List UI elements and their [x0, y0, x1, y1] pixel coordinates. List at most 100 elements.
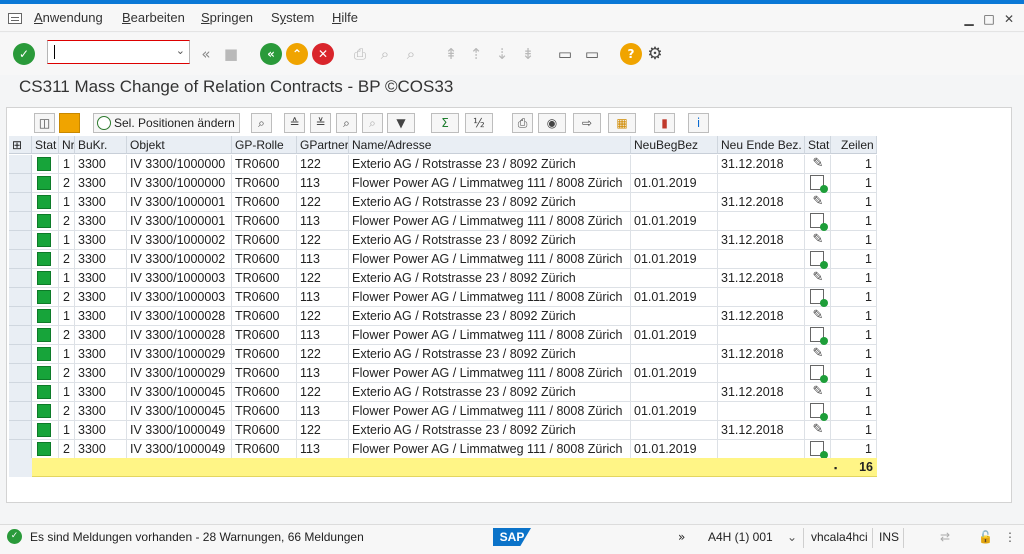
menu-anwendung[interactable]: Anwendung	[34, 10, 103, 25]
chevron-down-icon[interactable]: ⌄	[176, 44, 185, 57]
row-selector[interactable]	[9, 307, 32, 326]
new-session-icon[interactable]: ▭	[556, 45, 574, 63]
command-field[interactable]: ⌄	[47, 40, 190, 64]
app-menu-icon[interactable]	[8, 13, 22, 24]
table-cell-name: Flower Power AG / Limmatweg 111 / 8008 Z…	[349, 288, 631, 307]
next-page-icon[interactable]: ⇣	[493, 45, 511, 63]
menu-bearbeiten[interactable]: Bearbeiten	[122, 10, 185, 25]
first-page-icon[interactable]: ⇞	[442, 45, 460, 63]
help-icon[interactable]: ?	[620, 43, 642, 65]
gear-icon[interactable]: ⚙	[646, 45, 664, 63]
sort-ascending-icon[interactable]: ≙	[284, 113, 305, 133]
table-cell-ende	[718, 440, 805, 459]
find-icon[interactable]: ⌕	[376, 45, 394, 63]
layout-icon[interactable]: ▦	[608, 113, 636, 133]
cancel-icon[interactable]: ✕	[312, 43, 334, 65]
table-cell-name: Flower Power AG / Limmatweg 111 / 8008 Z…	[349, 440, 631, 459]
col-header-bukr[interactable]: BuKr.	[75, 136, 127, 154]
exit-icon[interactable]: ⌃	[286, 43, 308, 65]
col-header-name[interactable]: Name/Adresse	[349, 136, 631, 154]
save-icon[interactable]: ■	[222, 45, 240, 63]
row-selector[interactable]	[9, 174, 32, 193]
row-selector[interactable]	[9, 269, 32, 288]
back-icon[interactable]: «	[260, 43, 282, 65]
maximize-icon[interactable]: □	[982, 12, 996, 26]
row-selector[interactable]	[9, 402, 32, 421]
row-selector[interactable]	[9, 326, 32, 345]
pencil-icon[interactable]: ✎	[810, 308, 826, 324]
new-record-icon[interactable]	[810, 327, 828, 345]
row-selector[interactable]	[9, 364, 32, 383]
check-icon[interactable]: ✓	[13, 43, 35, 65]
pencil-icon[interactable]: ✎	[810, 346, 826, 362]
note-icon[interactable]	[59, 113, 80, 133]
pencil-icon[interactable]: ✎	[810, 384, 826, 400]
row-selector[interactable]	[9, 440, 32, 459]
graphic-icon[interactable]: ▮	[654, 113, 675, 133]
detail-icon[interactable]: ◫	[34, 113, 55, 133]
subtotal-icon[interactable]: ½	[465, 113, 493, 133]
col-header-gpartner[interactable]: GPartner	[297, 136, 349, 154]
filter-icon[interactable]: ▼	[387, 113, 415, 133]
new-record-icon[interactable]	[810, 441, 828, 459]
status-menu-icon[interactable]: ⋮	[1004, 530, 1016, 544]
pencil-icon[interactable]: ✎	[810, 422, 826, 438]
text-cursor	[54, 45, 55, 59]
close-window-icon[interactable]: ✕	[1002, 12, 1016, 26]
status-system[interactable]: A4H (1) 001	[708, 530, 773, 544]
new-record-icon[interactable]	[810, 213, 828, 231]
pencil-icon[interactable]: ✎	[810, 232, 826, 248]
sum-icon[interactable]: Σ	[431, 113, 459, 133]
info-icon[interactable]: i	[688, 113, 709, 133]
magnify-icon[interactable]: ⌕	[251, 113, 272, 133]
search-next-icon[interactable]: ⌕	[362, 113, 383, 133]
col-header-objekt[interactable]: Objekt	[127, 136, 232, 154]
col-header-neubegbez[interactable]: NeuBegBez	[631, 136, 718, 154]
status-mode[interactable]: INS	[879, 530, 899, 544]
search-icon[interactable]: ⌕	[336, 113, 357, 133]
row-selector[interactable]	[9, 383, 32, 402]
new-record-icon[interactable]	[810, 289, 828, 307]
col-header-nr[interactable]: Nr	[59, 136, 75, 154]
minimize-icon[interactable]: ▁	[962, 12, 976, 26]
sel-positionen-aendern-button[interactable]: Sel. Positionen ändern	[93, 113, 240, 133]
status-expand-icon[interactable]: »	[678, 530, 685, 544]
table-cell-bukr: 3300	[75, 288, 127, 307]
col-header-stat2[interactable]: Stat	[805, 136, 831, 154]
col-header-gp-rolle[interactable]: GP-Rolle	[232, 136, 297, 154]
find-next-icon[interactable]: ⌕	[402, 45, 420, 63]
row-selector[interactable]	[9, 155, 32, 174]
menu-hilfe[interactable]: Hilfe	[332, 10, 358, 25]
pencil-icon[interactable]: ✎	[810, 194, 826, 210]
menu-springen[interactable]: Springen	[201, 10, 253, 25]
row-selector[interactable]	[9, 288, 32, 307]
select-all-icon[interactable]: ⊞	[9, 136, 32, 154]
sort-descending-icon[interactable]: ≚	[310, 113, 331, 133]
print-icon[interactable]: ⎙	[351, 45, 369, 63]
status-message[interactable]: Es sind Meldungen vorhanden - 28 Warnung…	[30, 530, 364, 544]
col-header-zeilen[interactable]: Zeilen	[831, 136, 877, 154]
col-header-stat[interactable]: Stat	[32, 136, 59, 154]
row-selector[interactable]	[9, 193, 32, 212]
last-page-icon[interactable]: ⇟	[519, 45, 537, 63]
new-record-icon[interactable]	[810, 175, 828, 193]
export-icon[interactable]: ◉	[538, 113, 566, 133]
row-selector[interactable]	[9, 231, 32, 250]
system-dropdown-icon[interactable]: ⌄	[787, 530, 797, 544]
pencil-icon[interactable]: ✎	[810, 156, 826, 172]
col-header-neu-ende[interactable]: Neu Ende Bez.	[718, 136, 805, 154]
new-record-icon[interactable]	[810, 365, 828, 383]
shortcut-icon[interactable]: ▭	[583, 45, 601, 63]
previous-page-icon[interactable]: ⇡	[467, 45, 485, 63]
row-selector[interactable]	[9, 250, 32, 269]
double-left-icon[interactable]: «	[197, 45, 215, 63]
pencil-icon[interactable]: ✎	[810, 270, 826, 286]
row-selector[interactable]	[9, 345, 32, 364]
menu-system[interactable]: System	[271, 10, 314, 25]
send-icon[interactable]: ⇨	[573, 113, 601, 133]
row-selector[interactable]	[9, 421, 32, 440]
row-selector[interactable]	[9, 212, 32, 231]
new-record-icon[interactable]	[810, 251, 828, 269]
new-record-icon[interactable]	[810, 403, 828, 421]
print-preview-icon[interactable]: ⎙	[512, 113, 533, 133]
